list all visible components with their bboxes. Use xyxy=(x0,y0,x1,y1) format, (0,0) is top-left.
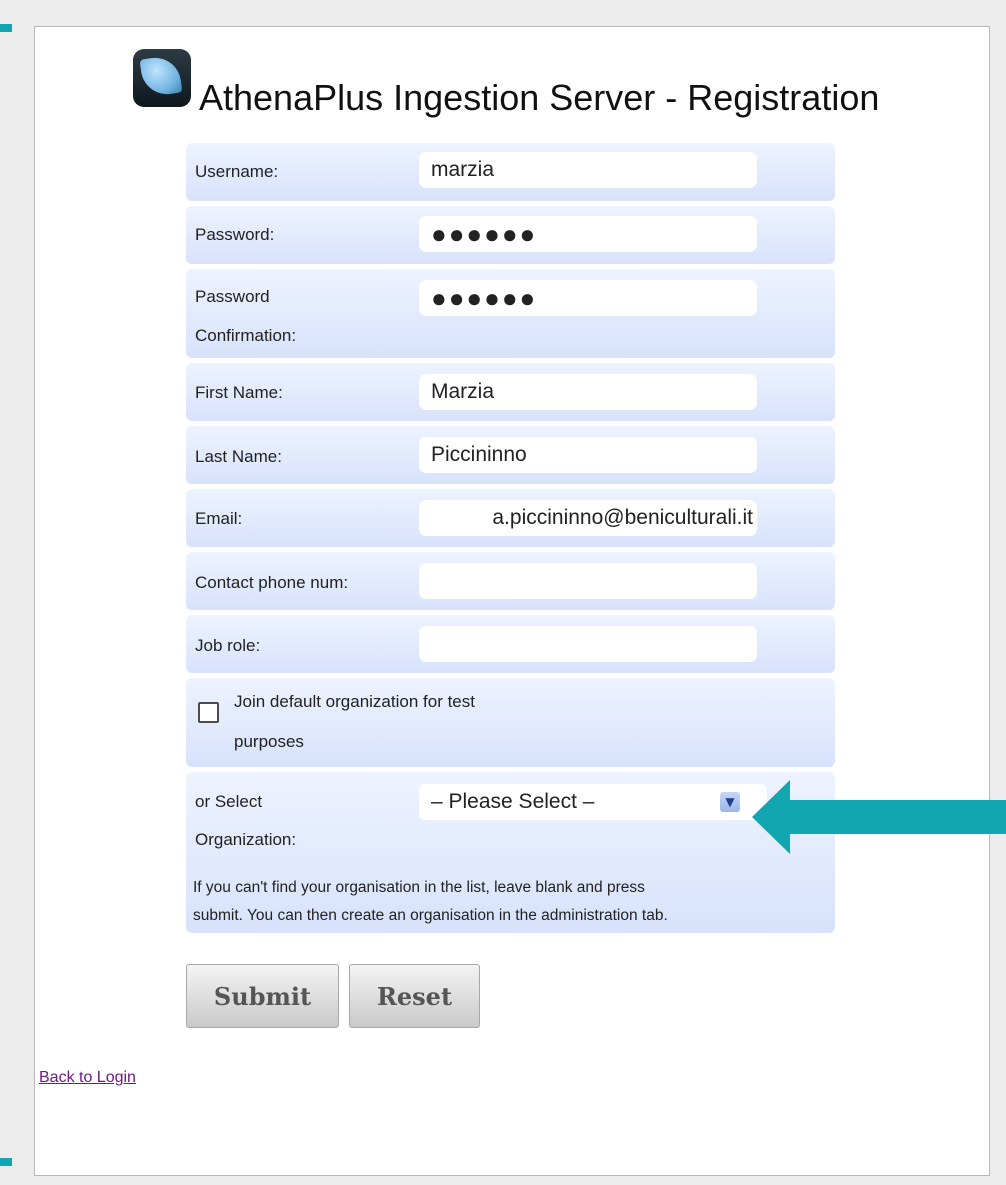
last-name-row: Last Name: xyxy=(186,426,835,484)
arrow-shape xyxy=(752,780,1006,854)
athenaplus-logo-icon xyxy=(133,49,191,107)
username-input[interactable] xyxy=(419,152,757,188)
last-name-label: Last Name: xyxy=(195,447,282,466)
first-name-row: First Name: xyxy=(186,363,835,421)
password-input[interactable] xyxy=(419,216,757,252)
leaf-shape xyxy=(139,54,183,98)
page-title: AthenaPlus Ingestion Server - Registrati… xyxy=(199,77,880,118)
chevron-down-icon[interactable]: ▼ xyxy=(720,792,740,812)
organization-label-line1: or Select xyxy=(195,792,263,811)
submit-button[interactable]: Submit xyxy=(186,964,339,1028)
registration-form: Username: Password: Password Confirmatio… xyxy=(186,143,835,938)
last-name-input[interactable] xyxy=(419,437,757,473)
form-actions: Submit Reset xyxy=(186,964,480,1028)
username-label: Username: xyxy=(195,162,279,181)
organization-label-line2: Organization: xyxy=(195,830,297,849)
password-label: Password: xyxy=(195,225,275,244)
password-confirmation-label-line1: Password xyxy=(195,287,270,306)
organization-row: or Select Organization: – Please Select … xyxy=(186,772,835,933)
phone-label: Contact phone num: xyxy=(195,573,349,592)
email-row: Email: xyxy=(186,489,835,547)
join-default-checkbox[interactable] xyxy=(198,702,219,723)
job-role-input[interactable] xyxy=(419,626,757,662)
job-role-label: Job role: xyxy=(195,636,261,655)
password-row: Password: xyxy=(186,206,835,264)
organization-select-value: – Please Select – xyxy=(431,790,595,813)
email-label: Email: xyxy=(195,509,243,528)
organization-help-line1: If you can't find your organisation in t… xyxy=(193,879,645,896)
first-name-label: First Name: xyxy=(195,383,283,402)
job-role-row: Job role: xyxy=(186,615,835,673)
email-input[interactable] xyxy=(419,500,757,536)
join-default-row: Join default organization for test purpo… xyxy=(186,678,835,767)
organization-help-text: If you can't find your organisation in t… xyxy=(193,874,833,930)
phone-row: Contact phone num: xyxy=(186,552,835,610)
phone-input[interactable] xyxy=(419,563,757,599)
password-confirmation-label-line2: Confirmation: xyxy=(195,326,297,345)
edge-marker-top xyxy=(0,24,12,32)
edge-marker-bottom xyxy=(0,1158,12,1166)
page-header: AthenaPlus Ingestion Server - Registrati… xyxy=(133,49,879,118)
arrow-left-icon xyxy=(752,780,1006,854)
reset-button[interactable]: Reset xyxy=(349,964,480,1028)
password-confirmation-row: Password Confirmation: xyxy=(186,269,835,358)
join-default-label-line1: Join default organization for test xyxy=(234,692,475,711)
organization-select[interactable]: – Please Select – ▼ xyxy=(419,784,767,820)
password-confirmation-input[interactable] xyxy=(419,280,757,316)
username-row: Username: xyxy=(186,143,835,201)
organization-help-line2: submit. You can then create an organisat… xyxy=(193,907,668,924)
registration-panel: AthenaPlus Ingestion Server - Registrati… xyxy=(34,26,990,1176)
back-to-login-link[interactable]: Back to Login xyxy=(39,1069,136,1087)
first-name-input[interactable] xyxy=(419,374,757,410)
join-default-label-line2: purposes xyxy=(234,732,304,751)
